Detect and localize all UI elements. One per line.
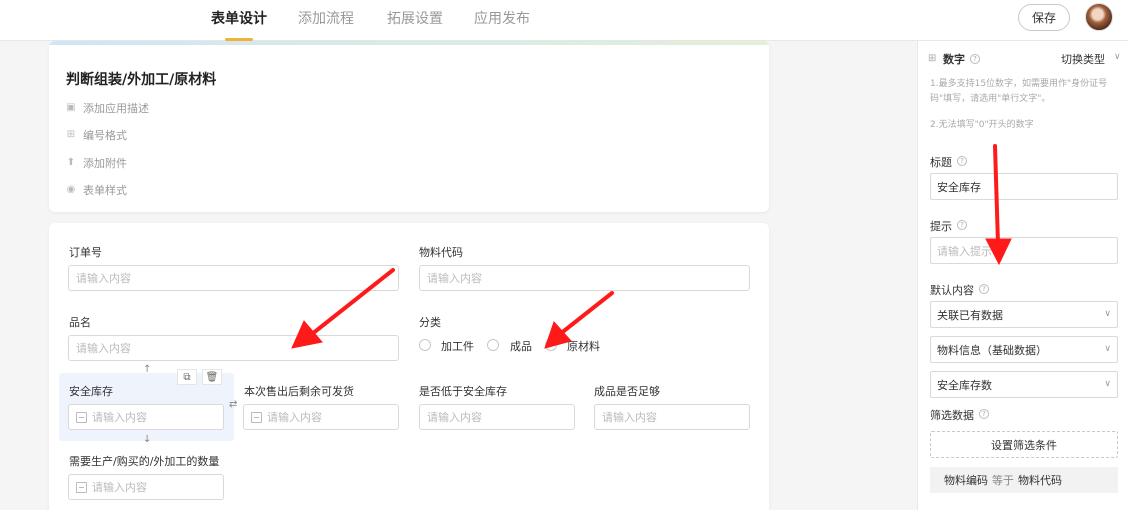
arrow-head-1 bbox=[291, 320, 323, 349]
arrow-head-3 bbox=[985, 238, 1012, 266]
annotation-arrows bbox=[291, 144, 1012, 349]
